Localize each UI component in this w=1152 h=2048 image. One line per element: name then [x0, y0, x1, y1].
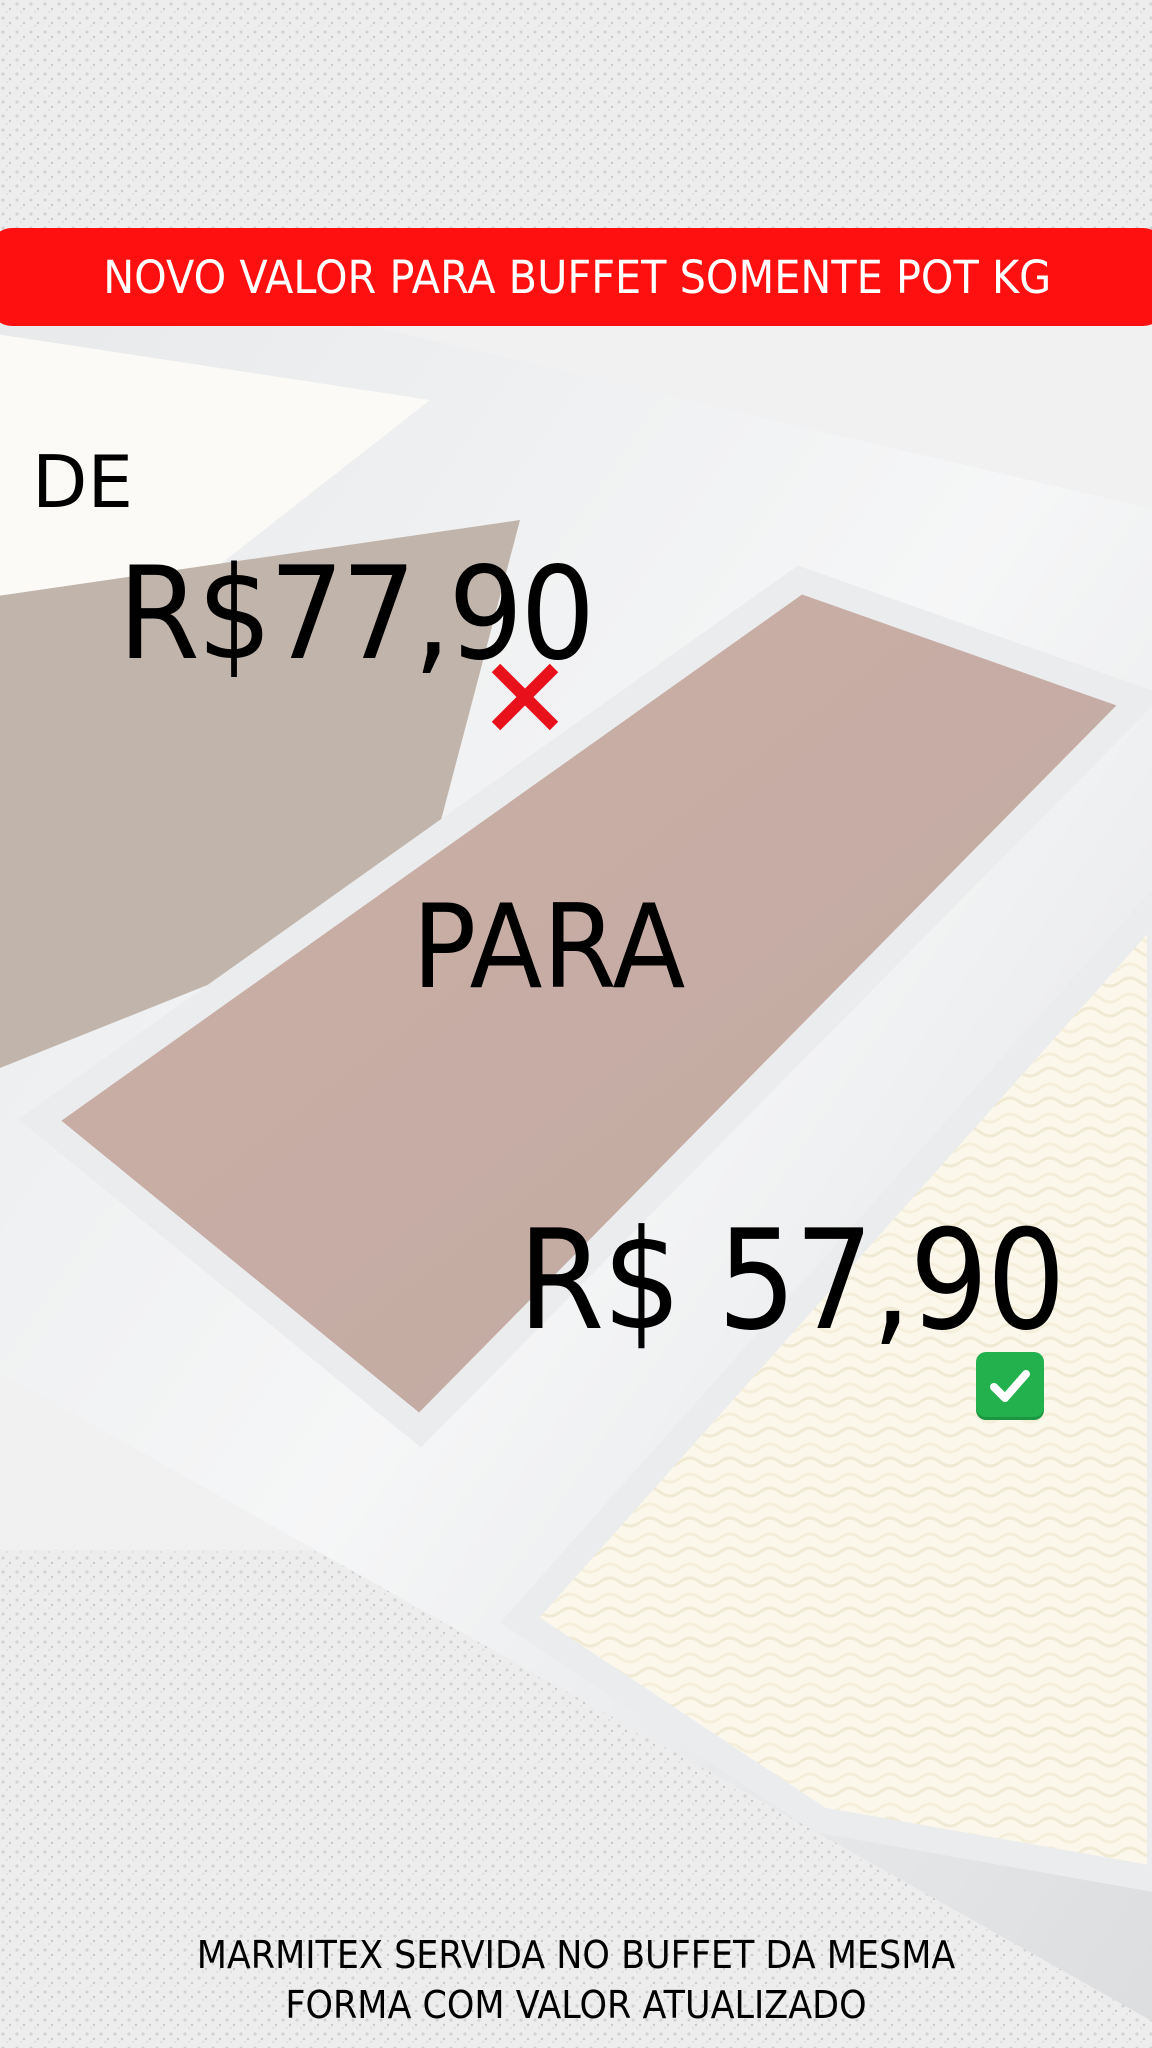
check-glyph: [990, 1370, 1030, 1402]
cross-mark-icon: [491, 663, 559, 731]
footer-note: MARMITEX SERVIDA NO BUFFET DA MESMA FORM…: [0, 1930, 1152, 2030]
check-mark-icon: [976, 1352, 1044, 1420]
from-label: DE: [32, 440, 133, 524]
announcement-banner: NOVO VALOR PARA BUFFET SOMENTE POT KG: [0, 228, 1152, 326]
new-price: R$ 57,90: [518, 1200, 1066, 1361]
to-label: PARA: [412, 880, 686, 1015]
footer-line-2: FORMA COM VALOR ATUALIZADO: [285, 1983, 867, 2027]
promo-story: NOVO VALOR PARA BUFFET SOMENTE POT KG DE…: [0, 0, 1152, 2048]
footer-line-1: MARMITEX SERVIDA NO BUFFET DA MESMA: [196, 1933, 956, 1977]
banner-text: NOVO VALOR PARA BUFFET SOMENTE POT KG: [103, 250, 1052, 304]
